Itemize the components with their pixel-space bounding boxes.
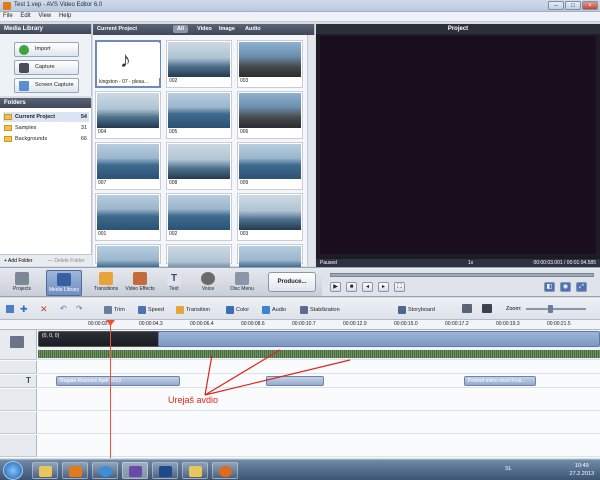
annotation-arrows [204,349,351,396]
annotation-text: Urejaš avdio [168,395,219,405]
arrow-line [204,359,351,396]
folder-taskbar-button[interactable] [182,462,208,479]
video-editor-taskbar-button[interactable] [122,462,148,479]
film-icon [129,466,142,477]
photoshop-taskbar-button[interactable] [152,462,178,479]
taskbar: SL 10:49 27.2.2013 [0,459,600,480]
language-indicator[interactable]: SL [505,466,512,472]
clock-date: 27.2.2013 [569,471,594,477]
folder-icon [39,466,52,477]
clock-time: 10:49 [574,463,589,469]
firefox-taskbar-button[interactable] [212,462,238,479]
firefox-icon [219,466,232,477]
arrow-line [204,354,213,396]
media-taskbar-button[interactable] [62,462,88,479]
clock[interactable]: 10:49 27.2.2013 [570,462,594,478]
arrow-line [204,349,281,396]
media-player-icon [69,466,82,477]
explorer-taskbar-button[interactable] [32,462,58,479]
browser-taskbar-button[interactable] [92,462,118,479]
start-button[interactable] [3,461,23,480]
photoshop-icon [159,466,172,477]
globe-icon [99,466,112,477]
folder-icon [189,466,202,477]
